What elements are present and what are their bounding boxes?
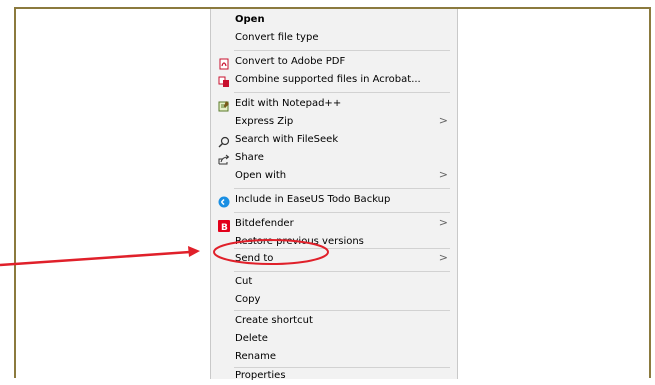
arrow-head-icon (188, 246, 200, 257)
pointer-arrow-line (0, 250, 191, 267)
highlight-circle (213, 239, 329, 265)
annotation-overlay (0, 239, 329, 267)
